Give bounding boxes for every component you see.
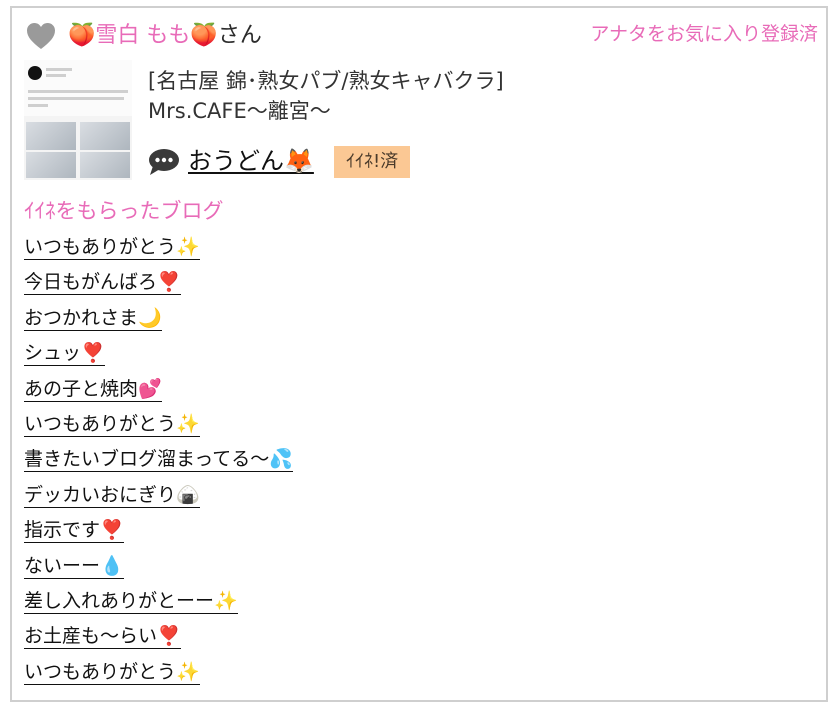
blog-link[interactable]: お土産も〜らい❣️	[24, 625, 181, 650]
blog-link[interactable]: いつもありがとう✨	[24, 236, 200, 260]
thumbnail-photo	[26, 152, 76, 178]
blog-link[interactable]: 書きたいブログ溜まってる〜💦	[24, 448, 293, 473]
thumbnail-line	[46, 68, 72, 71]
list-item: ないーー💧	[24, 553, 293, 588]
thumbnail-line	[28, 104, 48, 107]
user-display-name[interactable]: 🍑雪白 もも🍑さん	[68, 22, 262, 50]
blog-link[interactable]: 今日もがんばろ❣️	[24, 271, 181, 296]
speech-bubble-icon	[149, 149, 179, 175]
thumbnail-photo	[80, 122, 130, 150]
card-header: 🍑雪白 もも🍑さん アナタをお気に入り登録済	[22, 16, 818, 56]
list-item: 今日もがんばろ❣️	[24, 269, 293, 304]
favorite-status: アナタをお気に入り登録済	[590, 23, 818, 45]
list-item: あの子と焼肉💕	[24, 376, 293, 411]
shop-info: [名古屋 錦･熟女パブ/熟女キャバクラ] Mrs.CAFE〜離宮〜	[148, 66, 504, 126]
honorific: さん	[217, 23, 262, 48]
shop-category: [名古屋 錦･熟女パブ/熟女キャバクラ]	[148, 69, 504, 93]
list-item: おつかれさま🌙	[24, 305, 293, 340]
blog-link[interactable]: ないーー💧	[24, 554, 124, 579]
blog-link[interactable]: いつもありがとう✨	[24, 412, 200, 437]
heart-icon[interactable]	[26, 22, 56, 50]
thumbnail-line	[28, 97, 124, 100]
list-item: 差し入れありがとーー✨	[24, 588, 293, 623]
thumbnail-line	[28, 90, 128, 93]
user-card: 🍑雪白 もも🍑さん アナタをお気に入り登録済 [名古屋 錦･熟女パブ/熟女キャバ…	[10, 6, 828, 702]
list-item: シュッ❣️	[24, 340, 293, 375]
blog-link[interactable]: 指示です❣️	[24, 519, 124, 544]
user-name: 雪白 もも	[95, 23, 191, 48]
blog-link[interactable]: あの子と焼肉💕	[24, 377, 162, 402]
blog-link[interactable]: いつもありがとう✨	[24, 660, 200, 685]
list-item: いつもありがとう✨	[24, 659, 293, 694]
iine-status-badge: ｲｲﾈ!済	[334, 146, 411, 178]
list-item: いつもありがとう✨	[24, 411, 293, 446]
blog-thumbnail[interactable]	[24, 60, 132, 180]
shop-name: Mrs.CAFE〜離宮〜	[148, 99, 331, 123]
thumbnail-line	[46, 74, 66, 77]
peach-icon: 🍑	[68, 23, 96, 48]
liked-blogs-title: ｲｲﾈをもらったブログ	[24, 199, 224, 223]
list-item: デッカいおにぎり🍙	[24, 482, 293, 517]
thumbnail-avatar	[28, 66, 42, 80]
liked-blogs-list: いつもありがとう✨ 今日もがんばろ❣️ おつかれさま🌙 シュッ❣️ あの子と焼肉…	[24, 234, 293, 694]
blog-link[interactable]: シュッ❣️	[24, 342, 105, 367]
thumbnail-photo	[80, 152, 130, 178]
thumbnail-photo	[26, 122, 76, 150]
list-item: いつもありがとう✨	[24, 234, 293, 269]
blog-link[interactable]: デッカいおにぎり🍙	[24, 483, 200, 508]
list-item: お土産も〜らい❣️	[24, 623, 293, 658]
blogger-name-link[interactable]: おうどん🦊	[188, 144, 314, 178]
blog-link[interactable]: 差し入れありがとーー✨	[24, 589, 238, 614]
list-item: 指示です❣️	[24, 517, 293, 552]
list-item: 書きたいブログ溜まってる〜💦	[24, 446, 293, 481]
blog-link[interactable]: おつかれさま🌙	[24, 306, 162, 331]
peach-icon: 🍑	[190, 23, 218, 48]
